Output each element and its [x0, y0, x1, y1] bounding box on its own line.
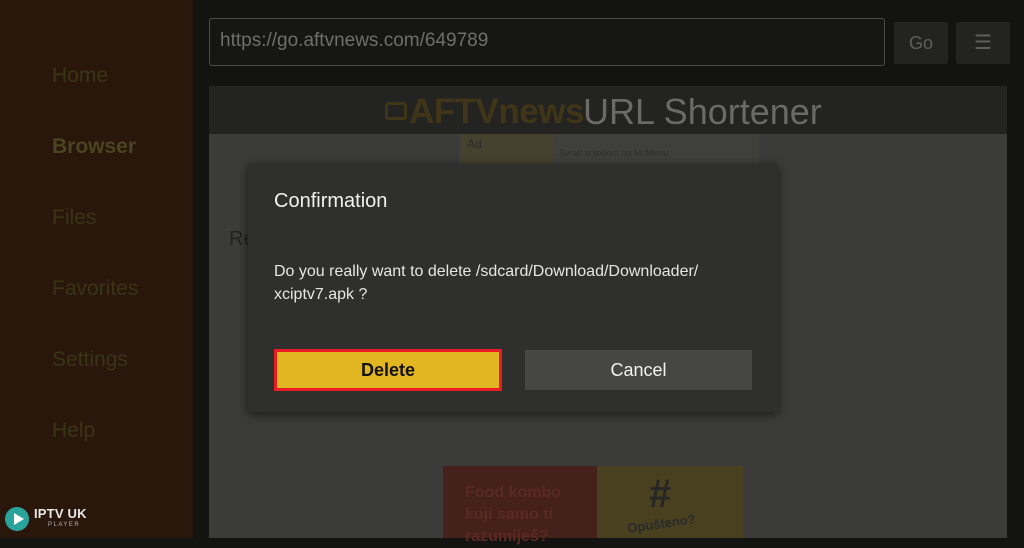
- ad-label: Ad: [467, 137, 482, 151]
- url-input[interactable]: https://go.aftvnews.com/649789: [209, 18, 885, 66]
- site-logo: AFTVnews: [409, 92, 584, 131]
- dialog-message: Do you really want to delete /sdcard/Dow…: [274, 263, 699, 303]
- cancel-button[interactable]: Cancel: [525, 350, 752, 390]
- confirmation-dialog: Confirmation Do you really want to delet…: [248, 164, 778, 412]
- sidebar-item-files[interactable]: Files: [52, 206, 96, 230]
- dialog-title: Confirmation: [274, 190, 388, 212]
- top-ad-banner[interactable]: Ad Svratí srijedom na McMenu: [459, 134, 759, 164]
- menu-button[interactable]: ☰: [956, 22, 1010, 64]
- go-button[interactable]: Go: [894, 22, 948, 64]
- ad-text: Svratí srijedom na McMenu: [559, 148, 669, 158]
- sidebar-item-settings[interactable]: Settings: [52, 348, 128, 372]
- delete-button[interactable]: Delete: [274, 349, 502, 391]
- hashtag-icon: #: [649, 472, 672, 516]
- sidebar-item-home[interactable]: Home: [52, 64, 108, 88]
- ad-food-text: Food kombo koji samo ti razumiješ?: [465, 484, 561, 545]
- sidebar-item-favorites[interactable]: Favorites: [52, 277, 138, 301]
- site-header: AFTVnews URL Shortener: [209, 86, 1007, 134]
- ad-hashtag-panel: # Opušteno?: [597, 466, 743, 538]
- watermark: IPTV UK PLAYER: [4, 502, 114, 536]
- ad-opusteno-text: Opušteno?: [626, 511, 697, 536]
- hamburger-menu-icon: ☰: [974, 32, 992, 54]
- tv-logo-icon: [385, 102, 407, 120]
- top-bar: https://go.aftvnews.com/649789 Go ☰: [193, 0, 1024, 84]
- sidebar-item-help[interactable]: Help: [52, 419, 95, 443]
- site-title: URL Shortener: [583, 91, 822, 132]
- sidebar: Home Browser Files Favorites Settings He…: [0, 0, 193, 538]
- ad-food-panel: Food kombo koji samo ti razumiješ?: [443, 466, 597, 545]
- play-logo-icon: [5, 507, 29, 531]
- watermark-subtitle: PLAYER: [48, 522, 81, 528]
- watermark-title: IPTV UK: [34, 506, 87, 521]
- sidebar-item-browser[interactable]: Browser: [52, 135, 136, 159]
- bottom-ad-banner[interactable]: Food kombo koji samo ti razumiješ? # Opu…: [443, 466, 743, 545]
